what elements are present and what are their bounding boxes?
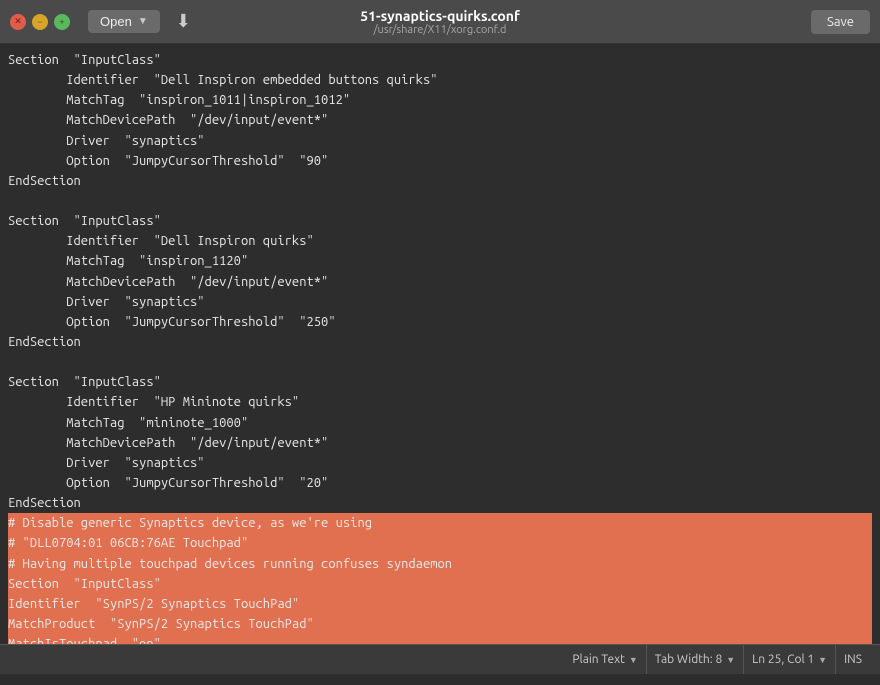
window-controls: ✕ − +: [10, 14, 70, 30]
cursor-position[interactable]: Ln 25, Col 1 ▼: [744, 645, 836, 674]
editor-line: # Having multiple touchpad devices runni…: [8, 554, 872, 574]
position-label: Ln 25, Col 1: [752, 653, 814, 666]
editor-line: Option "JumpyCursorThreshold" "20": [8, 473, 872, 493]
editor-line: # "DLL0704:01 06CB:76AE Touchpad": [8, 533, 872, 553]
close-button[interactable]: ✕: [10, 14, 26, 30]
editor-line: MatchIsTouchpad "on": [8, 634, 872, 644]
plain-text-selector[interactable]: Plain Text ▼: [564, 645, 646, 674]
open-chevron-icon: ▼: [138, 16, 148, 27]
save-button[interactable]: Save: [811, 10, 870, 34]
editor-line: Option "JumpyCursorThreshold" "90": [8, 151, 872, 171]
position-chevron-icon: ▼: [818, 655, 827, 665]
ins-label: INS: [844, 653, 862, 666]
title-filename: 51-synaptics-quirks.conf: [360, 8, 520, 24]
editor-line: MatchDevicePath "/dev/input/event*": [8, 272, 872, 292]
editor-line: # Disable generic Synaptics device, as w…: [8, 513, 872, 533]
editor-line: Option "JumpyCursorThreshold" "250": [8, 312, 872, 332]
editor-line: Section "InputClass": [8, 574, 872, 594]
editor-line: Section "InputClass": [8, 211, 872, 231]
editor-area[interactable]: Section "InputClass" Identifier "Dell In…: [0, 44, 880, 644]
editor-line: MatchTag "mininote_1000": [8, 413, 872, 433]
titlebar-center: 51-synaptics-quirks.conf /usr/share/X11/…: [360, 8, 520, 36]
open-button[interactable]: Open ▼: [88, 10, 160, 33]
editor-line: Section "InputClass": [8, 50, 872, 70]
editor-line: MatchDevicePath "/dev/input/event*": [8, 110, 872, 130]
title-path: /usr/share/X11/xorg.conf.d: [360, 24, 520, 36]
minimize-button[interactable]: −: [32, 14, 48, 30]
titlebar-left: ✕ − + Open ▼ ⬇: [10, 7, 199, 36]
editor-line: Driver "synaptics": [8, 453, 872, 473]
tab-width-chevron-icon: ▼: [726, 655, 735, 665]
editor-line: EndSection: [8, 171, 872, 191]
editor-line: Identifier "HP Mininote quirks": [8, 392, 872, 412]
editor-line: MatchTag "inspiron_1011|inspiron_1012": [8, 90, 872, 110]
editor-line: Driver "synaptics": [8, 292, 872, 312]
ins-indicator: INS: [836, 645, 870, 674]
maximize-button[interactable]: +: [54, 14, 70, 30]
editor-line: Identifier "Dell Inspiron embedded butto…: [8, 70, 872, 90]
editor-line: EndSection: [8, 493, 872, 513]
editor-line: Section "InputClass": [8, 372, 872, 392]
editor-line: Identifier "Dell Inspiron quirks": [8, 231, 872, 251]
tab-width-selector[interactable]: Tab Width: 8 ▼: [647, 645, 744, 674]
editor-line: Identifier "SynPS/2 Synaptics TouchPad": [8, 594, 872, 614]
editor-line: EndSection: [8, 332, 872, 352]
statusbar: Plain Text ▼ Tab Width: 8 ▼ Ln 25, Col 1…: [0, 644, 880, 674]
editor-line: MatchProduct "SynPS/2 Synaptics TouchPad…: [8, 614, 872, 634]
titlebar: ✕ − + Open ▼ ⬇ 51-synaptics-quirks.conf …: [0, 0, 880, 44]
open-label: Open: [100, 14, 132, 29]
editor-line: [8, 191, 872, 211]
editor-line: MatchTag "inspiron_1120": [8, 251, 872, 271]
editor-line: MatchDevicePath "/dev/input/event*": [8, 433, 872, 453]
plain-text-label: Plain Text: [572, 653, 625, 666]
tab-width-label: Tab Width: 8: [655, 653, 722, 666]
editor-line: [8, 352, 872, 372]
save-to-disk-button[interactable]: ⬇: [168, 7, 199, 36]
plain-text-chevron-icon: ▼: [629, 655, 638, 665]
editor-line: Driver "synaptics": [8, 131, 872, 151]
